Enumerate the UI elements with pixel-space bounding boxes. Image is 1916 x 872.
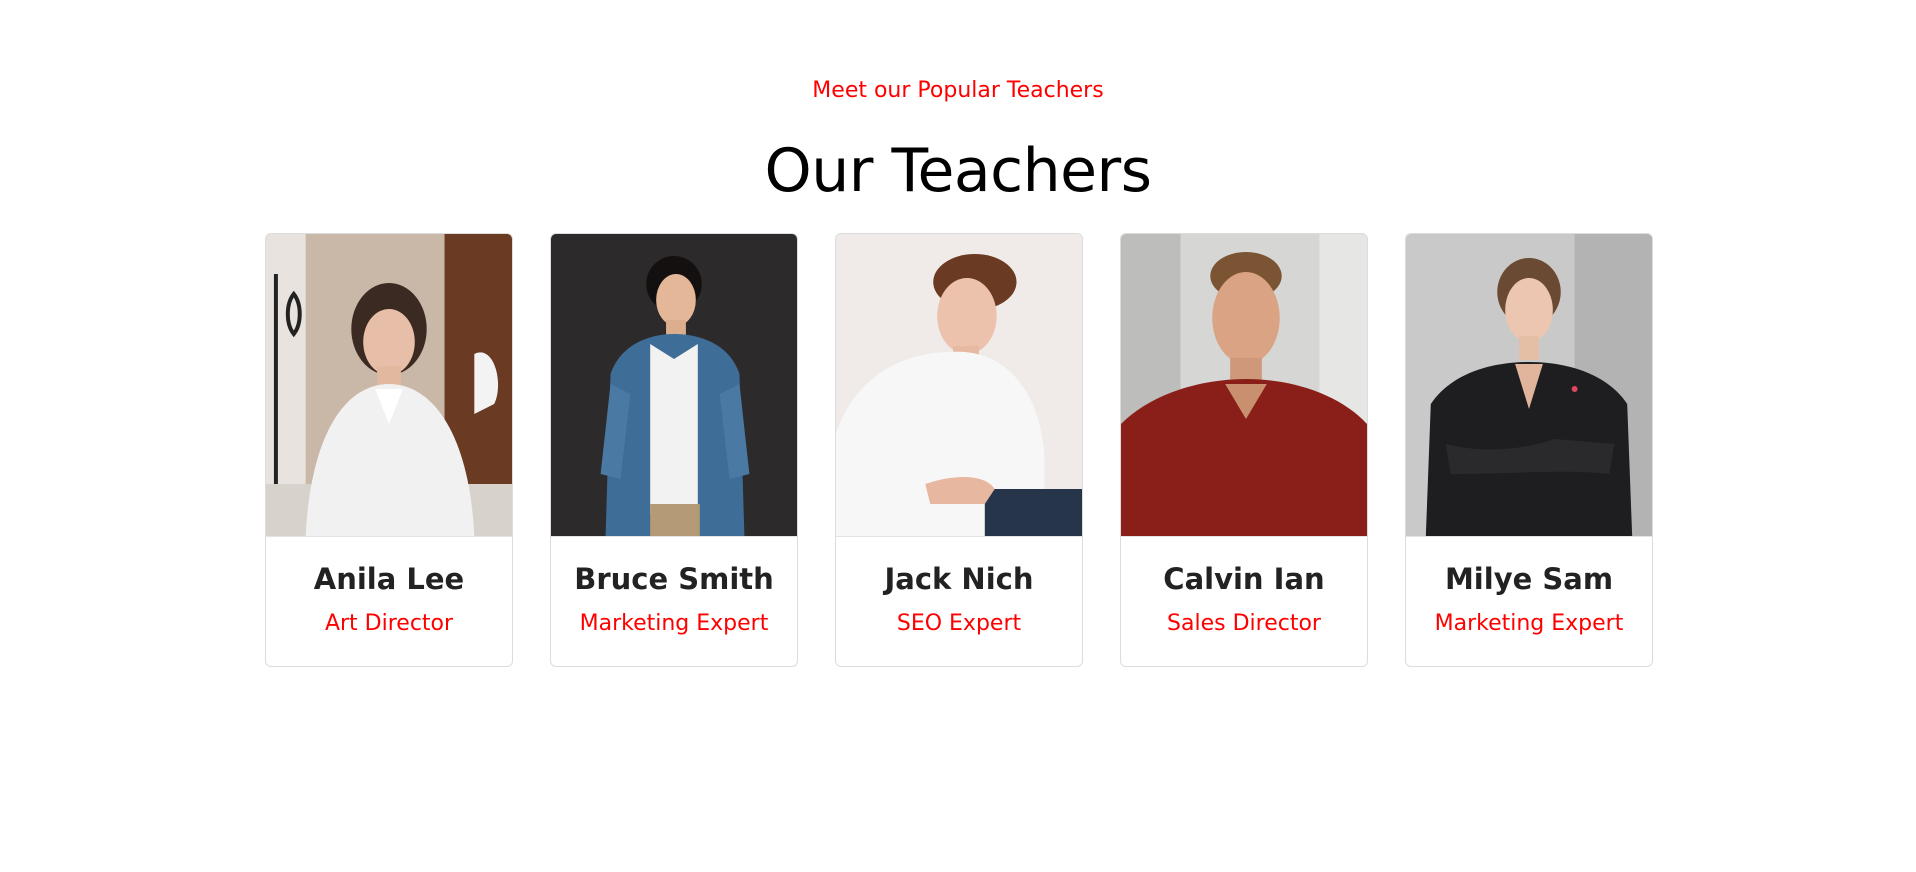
teacher-photo	[836, 234, 1082, 537]
teacher-card[interactable]: Milye Sam Marketing Expert	[1405, 233, 1653, 667]
section-title: Our Teachers	[764, 136, 1153, 206]
teacher-name: Bruce Smith	[574, 562, 774, 596]
teacher-photo	[1121, 234, 1367, 537]
section-subtitle: Meet our Popular Teachers	[812, 78, 1104, 103]
teacher-info: Milye Sam Marketing Expert	[1406, 537, 1652, 666]
teacher-name: Milye Sam	[1444, 562, 1614, 596]
teacher-photo	[1406, 234, 1652, 537]
teacher-cards: Anila Lee Art Director Bruce Smith Marke…	[265, 233, 1653, 667]
teacher-role: Art Director	[324, 611, 454, 636]
teacher-name: Anila Lee	[313, 562, 465, 596]
teacher-info: Jack Nich SEO Expert	[836, 537, 1082, 666]
teacher-card[interactable]: Jack Nich SEO Expert	[835, 233, 1083, 667]
teacher-photo	[551, 234, 797, 537]
teacher-role: Marketing Expert	[579, 611, 769, 636]
teacher-card[interactable]: Bruce Smith Marketing Expert	[550, 233, 798, 667]
teacher-info: Bruce Smith Marketing Expert	[551, 537, 797, 666]
teacher-role: Sales Director	[1167, 611, 1321, 636]
teacher-name: Calvin Ian	[1163, 562, 1325, 596]
teacher-info: Anila Lee Art Director	[266, 537, 512, 666]
teacher-photo	[266, 234, 512, 537]
teacher-role: Marketing Expert	[1434, 611, 1624, 636]
teacher-card[interactable]: Anila Lee Art Director	[265, 233, 513, 667]
teacher-role: SEO Expert	[896, 611, 1022, 636]
teachers-section: Meet our Popular Teachers Our Teachers A…	[0, 0, 1916, 872]
teacher-name: Jack Nich	[884, 562, 1034, 596]
teacher-card[interactable]: Calvin Ian Sales Director	[1120, 233, 1368, 667]
teacher-info: Calvin Ian Sales Director	[1121, 537, 1367, 666]
